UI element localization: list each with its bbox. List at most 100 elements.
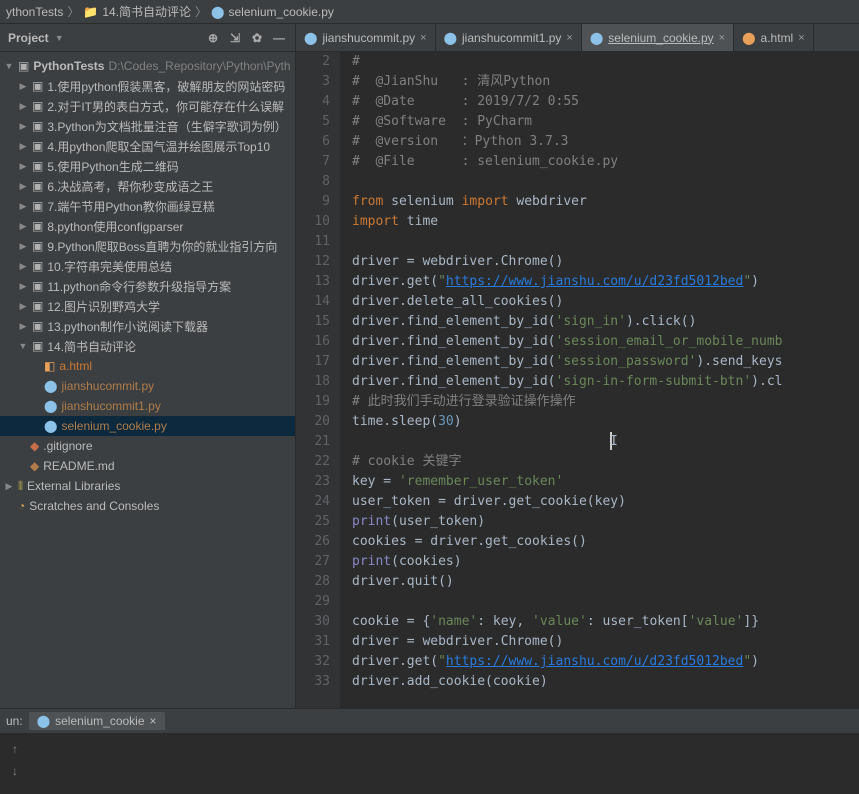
run-tab[interactable]: ⬤ selenium_cookie × [29, 712, 165, 730]
folder-icon: ▣ [32, 219, 43, 233]
chevron-right-icon[interactable]: ▶ [18, 181, 28, 192]
chevron-right-icon[interactable]: ▶ [18, 301, 28, 312]
file-icon: ⬤ [590, 31, 603, 45]
tree-file[interactable]: ⬤jianshucommit.py [0, 376, 295, 396]
chevron-down-icon[interactable]: ▼ [4, 61, 14, 71]
file-label: .gitignore [43, 439, 92, 453]
chevron-right-icon[interactable]: ▶ [18, 321, 28, 332]
tree-folder[interactable]: ▶▣10.字符串完美使用总结 [0, 256, 295, 276]
dropdown-icon[interactable]: ▼ [55, 33, 64, 43]
gear-icon[interactable]: ✿ [249, 30, 265, 46]
folder-icon: ▣ [32, 139, 43, 153]
tree-folder[interactable]: ▶▣8.python使用configparser [0, 216, 295, 236]
folder-icon: ▣ [32, 299, 43, 313]
folder-label: 9.Python爬取Boss直聘为你的就业指引方向 [47, 238, 277, 255]
chevron-right-icon[interactable]: ▶ [18, 141, 28, 152]
tree-folder[interactable]: ▶▣5.使用Python生成二维码 [0, 156, 295, 176]
close-icon[interactable]: × [566, 32, 572, 44]
tree-folder[interactable]: ▶ ▣ 9.Python爬取Boss直聘为你的就业指引方向 [0, 236, 295, 256]
tree-folder[interactable]: ▶ ▣ 2.对于IT男的表白方式，你可能存在什么误解 [0, 96, 295, 116]
editor-tab[interactable]: ⬤ selenium_cookie.py × [582, 24, 734, 51]
tree-folder[interactable]: ▼▣14.简书自动评论 [0, 336, 295, 356]
run-panel: un: ⬤ selenium_cookie × ↑ ↓ [0, 708, 859, 794]
folder-label: 1.使用python假装黑客，破解朋友的网站密码 [47, 78, 285, 95]
folder-label: 2.对于IT男的表白方式，你可能存在什么误解 [47, 98, 284, 115]
tree-folder[interactable]: ▶ ▣ 4.用python爬取全国气温并绘图展示Top10 [0, 136, 295, 156]
folder-icon: ▣ [32, 99, 43, 113]
scratches[interactable]: ◔ Scratches and Consoles [0, 496, 295, 516]
folder-icon: ▣ [32, 279, 43, 293]
python-icon: ⬤ [37, 714, 50, 728]
breadcrumb-file[interactable]: ⬤ selenium_cookie.py [211, 5, 334, 19]
run-tab-label: selenium_cookie [55, 714, 144, 728]
folder-label: 12.图片识别野鸡大学 [47, 298, 160, 315]
breadcrumb-file-label: selenium_cookie.py [228, 5, 333, 19]
chevron-right-icon[interactable]: ▶ [18, 221, 28, 232]
tree-folder[interactable]: ▶▣3.Python为文档批量注音（生僻字歌词为例） [0, 116, 295, 136]
file-label: selenium_cookie.py [61, 419, 166, 433]
file-icon: ⬤ [44, 399, 57, 413]
file-icon: ⬤ [742, 31, 755, 45]
tree-folder[interactable]: ▶▣7.端午节用Python教你画绿豆糕 [0, 196, 295, 216]
chevron-right-icon[interactable]: ▶ [18, 261, 28, 272]
tree-folder[interactable]: ▶ ▣ 12.图片识别野鸡大学 [0, 296, 295, 316]
root-path: D:\Codes_Repository\Python\Pyth [108, 59, 290, 73]
down-arrow-icon[interactable]: ↓ [6, 762, 24, 780]
libs-label: External Libraries [27, 479, 120, 493]
chevron-right-icon[interactable]: ▶ [18, 241, 28, 252]
tree-file[interactable]: ⬤ selenium_cookie.py [0, 416, 295, 436]
chevron-down-icon[interactable]: ▼ [18, 341, 28, 351]
folder-label: 10.字符串完美使用总结 [47, 258, 172, 275]
scratch-icon: ◔ [18, 499, 25, 513]
up-arrow-icon[interactable]: ↑ [6, 740, 24, 758]
close-icon[interactable]: × [719, 32, 725, 44]
external-libraries[interactable]: ▶ ⫴ External Libraries [0, 476, 295, 496]
tree-folder[interactable]: ▶▣6.决战高考，帮你秒变成语之王 [0, 176, 295, 196]
code-content[interactable]: ## @JianShu : 清风Python# @Date : 2019/7/2… [340, 52, 859, 708]
tree-file[interactable]: ⬤jianshucommit1.py [0, 396, 295, 416]
chevron-right-icon[interactable]: ▶ [18, 101, 28, 112]
chevron-right-icon[interactable]: ▶ [18, 201, 28, 212]
file-icon: ⬤ [444, 31, 457, 45]
chevron-right-icon[interactable]: ▶ [18, 81, 28, 92]
tree-file[interactable]: ◆README.md [0, 456, 295, 476]
close-icon[interactable]: × [150, 714, 157, 728]
folder-label: 4.用python爬取全国气温并绘图展示Top10 [47, 138, 270, 155]
locate-icon[interactable]: ⊕ [205, 30, 221, 46]
run-tabs: un: ⬤ selenium_cookie × [0, 709, 859, 733]
project-header: Project ▼ ⊕ ⇲ ✿ — [0, 24, 295, 52]
tree-file[interactable]: ◧a.html [0, 356, 295, 376]
project-root[interactable]: ▼ ▣ PythonTests D:\Codes_Repository\Pyth… [0, 56, 295, 76]
run-output: ↑ ↓ [0, 733, 859, 794]
code-editor[interactable]: 2345678910111213141516171819202122232425… [296, 52, 859, 708]
tab-label: selenium_cookie.py [608, 31, 713, 45]
hide-icon[interactable]: — [271, 30, 287, 46]
close-icon[interactable]: × [420, 32, 426, 44]
editor-tab[interactable]: ⬤a.html× [734, 24, 814, 51]
chevron-right-icon[interactable]: ▶ [4, 481, 14, 492]
editor-tab[interactable]: ⬤jianshucommit1.py× [436, 24, 582, 51]
tab-label: jianshucommit.py [322, 31, 415, 45]
project-tree[interactable]: ▼ ▣ PythonTests D:\Codes_Repository\Pyth… [0, 52, 295, 708]
folder-icon: ▣ [32, 239, 43, 253]
editor-tab[interactable]: ⬤ jianshucommit.py × [296, 24, 436, 51]
close-icon[interactable]: × [798, 32, 804, 44]
tree-folder[interactable]: ▶▣13.python制作小说阅读下载器 [0, 316, 295, 336]
tree-folder[interactable]: ▶ ▣ 11.python命令行参数升级指导方案 [0, 276, 295, 296]
tree-folder[interactable]: ▶▣1.使用python假装黑客，破解朋友的网站密码 [0, 76, 295, 96]
file-label: a.html [59, 359, 92, 373]
file-icon: ⬤ [44, 419, 57, 433]
chevron-right-icon[interactable]: ▶ [18, 161, 28, 172]
folder-icon: 📁 [83, 5, 98, 19]
tree-file[interactable]: ◆.gitignore [0, 436, 295, 456]
folder-label: 11.python命令行参数升级指导方案 [47, 278, 231, 295]
breadcrumb: ythonTests 〉 📁 14.简书自动评论 〉 ⬤ selenium_co… [0, 0, 859, 24]
chevron-right-icon: 〉 [67, 3, 79, 20]
file-icon: ⬤ [304, 31, 317, 45]
breadcrumb-folder[interactable]: 📁 14.简书自动评论 [83, 3, 191, 20]
chevron-right-icon[interactable]: ▶ [18, 281, 28, 292]
chevron-right-icon[interactable]: ▶ [18, 121, 28, 132]
collapse-icon[interactable]: ⇲ [227, 30, 243, 46]
breadcrumb-root[interactable]: ythonTests [6, 5, 63, 19]
folder-label: 13.python制作小说阅读下载器 [47, 318, 208, 335]
